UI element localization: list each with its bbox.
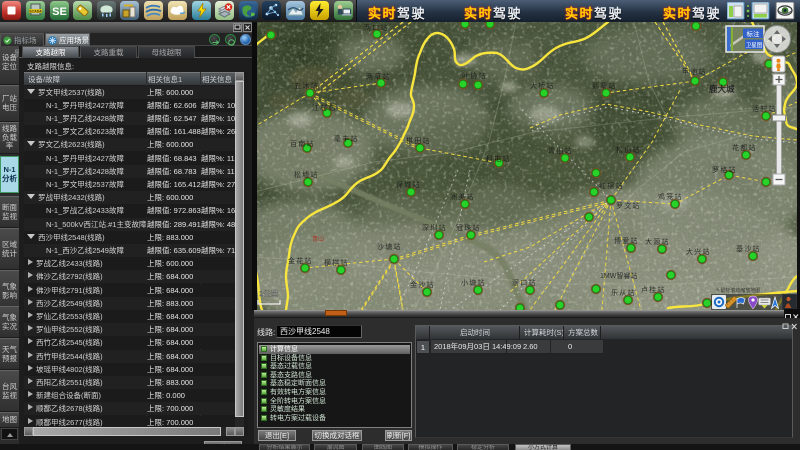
svg-text:罗文站: 罗文站: [616, 201, 641, 210]
svg-text:鸡笼站: 鸡笼站: [658, 192, 683, 201]
svg-text:基沙站: 基沙站: [736, 244, 761, 253]
svg-text:大源站: 大源站: [645, 237, 670, 246]
svg-text:SCADA: SCADA: [29, 10, 42, 14]
svg-text:标注: 标注: [747, 29, 761, 38]
svg-text:鹅寨站: 鹅寨站: [592, 81, 617, 90]
svg-text:甲池站: 甲池站: [682, 67, 707, 76]
svg-text:亳丰站: 亳丰站: [334, 134, 359, 143]
svg-text:两口站: 两口站: [364, 23, 389, 32]
svg-text:✎鼠标滚动缩放地图: ✎鼠标滚动缩放地图: [716, 287, 760, 294]
svg-text:横棋站: 横棋站: [324, 258, 349, 267]
svg-text:卢桂站: 卢桂站: [641, 285, 666, 294]
svg-text:活村站: 活村站: [752, 104, 777, 113]
svg-text:滘口站: 滘口站: [512, 278, 537, 287]
svg-text:博爱站: 博爱站: [614, 236, 639, 245]
svg-text:两草站: 两草站: [366, 72, 391, 81]
svg-text:乐从站: 乐从站: [611, 288, 636, 297]
svg-text:1MW智睿站: 1MW智睿站: [600, 271, 637, 280]
svg-text:金花站: 金花站: [288, 256, 313, 265]
svg-text:松山站: 松山站: [616, 145, 641, 154]
svg-text:沙塘站: 沙塘站: [377, 242, 402, 251]
svg-text:青山: 青山: [312, 235, 324, 243]
svg-text:百南站: 百南站: [290, 139, 315, 148]
svg-text:SE: SE: [52, 6, 67, 18]
svg-text:棋田站: 棋田站: [406, 136, 431, 145]
svg-text:深圳站: 深圳站: [422, 223, 447, 232]
svg-text:花都站: 花都站: [732, 143, 757, 152]
svg-text:叶协站: 叶协站: [462, 71, 487, 80]
svg-text:五沐站: 五沐站: [294, 81, 319, 90]
svg-text:罗格站: 罗格站: [712, 165, 737, 174]
svg-text:冠珠站: 冠珠站: [456, 223, 481, 232]
svg-text:大兴站: 大兴站: [686, 247, 711, 256]
svg-text:江村站: 江村站: [312, 103, 337, 112]
svg-text:保城站: 保城站: [396, 180, 421, 189]
svg-text:松墟站: 松墟站: [294, 170, 319, 179]
svg-text:鹿大城: 鹿大城: [708, 84, 735, 94]
svg-text:红棉站: 红棉站: [599, 181, 624, 190]
svg-text:金沙站: 金沙站: [410, 280, 435, 289]
svg-text:小塘站: 小塘站: [461, 278, 486, 287]
svg-text:青山站: 青山站: [548, 146, 573, 155]
svg-text:2公里: 2公里: [259, 289, 279, 298]
svg-text:科电站: 科电站: [486, 154, 511, 163]
svg-text:洲美站: 洲美站: [450, 192, 475, 201]
svg-text:大桥站: 大桥站: [530, 81, 555, 90]
svg-text:卫星图: 卫星图: [746, 41, 763, 49]
